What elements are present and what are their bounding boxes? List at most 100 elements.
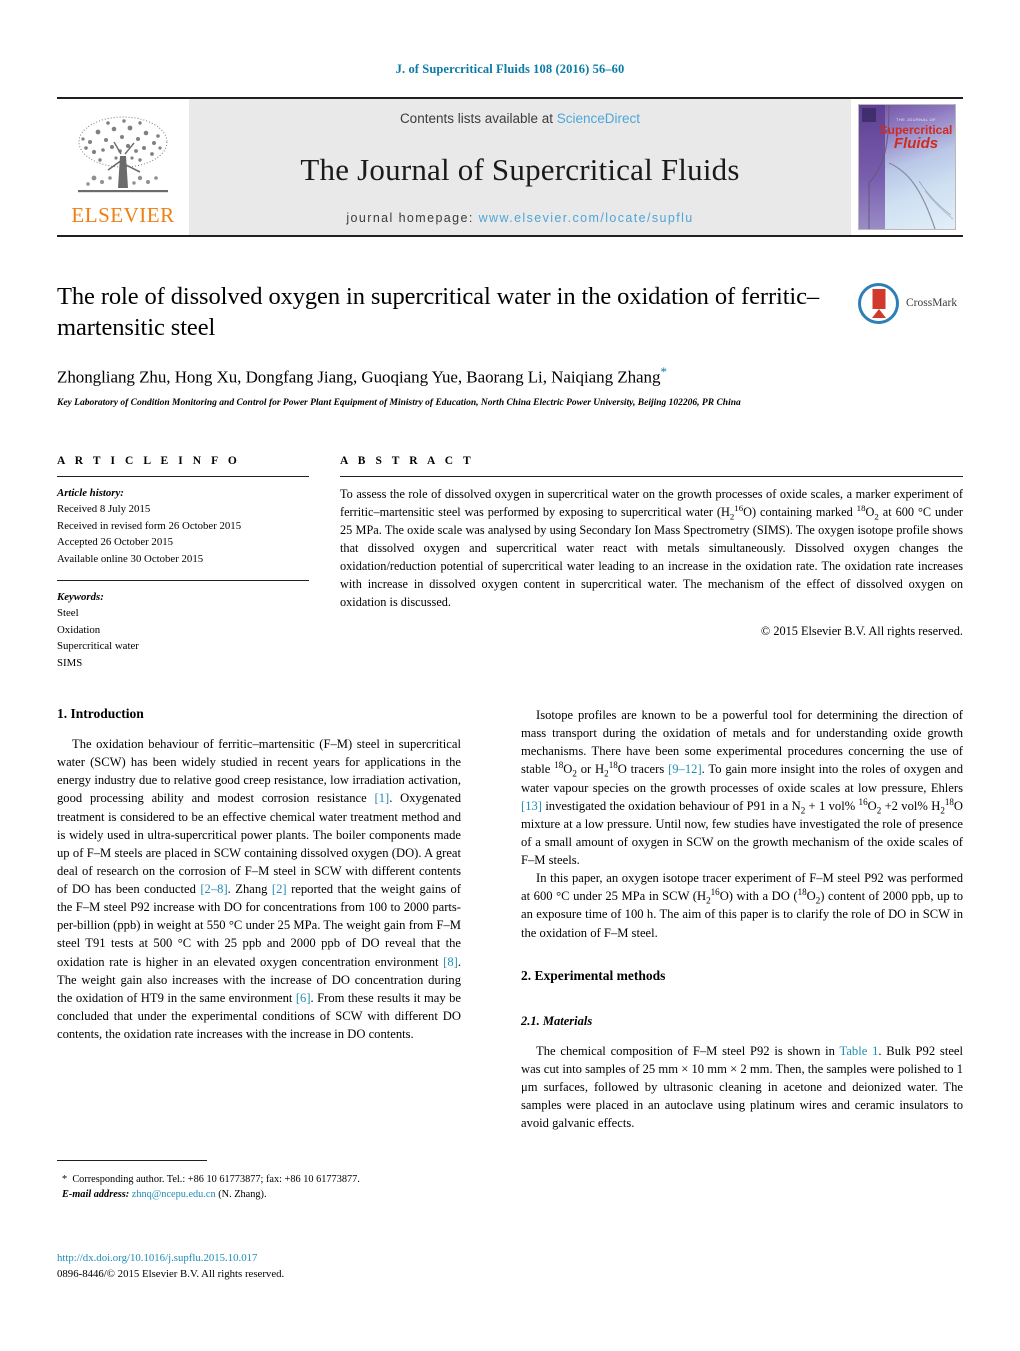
sup-18-a: 18 — [554, 760, 564, 771]
email-link[interactable]: zhnq@ncepu.edu.cn — [132, 1189, 216, 1200]
abstract-o18-superscript: 18 — [856, 502, 866, 513]
sub-2-f: 2 — [706, 895, 711, 906]
section-heading-experimental: 2. Experimental methods — [521, 967, 666, 983]
author-list: Zhongliang Zhu, Hong Xu, Dongfang Jiang,… — [57, 364, 847, 388]
keyword-item: SIMS — [57, 656, 83, 669]
email-address-label: E-mail address: — [62, 1189, 130, 1201]
doi-link[interactable]: http://dx.doi.org/10.1016/j.supflu.2015.… — [57, 1250, 477, 1266]
page-title: The role of dissolved oxygen in supercri… — [57, 283, 820, 341]
abstract-text-part-2: O) containing marked — [743, 504, 857, 519]
reference-link-1[interactable]: [1] — [375, 791, 390, 805]
isotope-text-i: +2 vol% H — [881, 798, 941, 813]
history-item: Received in revised form 26 October 2015 — [57, 519, 242, 532]
sup-18-d: 18 — [797, 887, 807, 898]
history-item: Received 8 July 2015 — [57, 503, 151, 516]
isotope-text-h: O — [867, 798, 877, 813]
journal-title: The Journal of Supercritical Fluids — [300, 151, 740, 187]
history-item: Accepted 26 October 2015 — [57, 536, 174, 549]
abstract-text-part-3: at 600 °C under 25 MPa. The oxide scale … — [340, 504, 964, 609]
elsevier-tree-icon — [78, 116, 168, 193]
materials-text-a: The chemical composition of F–M steel P9… — [536, 1043, 840, 1058]
materials-paragraph: The chemical composition of F–M steel P9… — [521, 1042, 963, 1133]
reference-link-8[interactable]: [8] — [443, 955, 458, 969]
isotope-text-d: O tracers — [617, 762, 669, 777]
paper-text-c: O — [806, 889, 816, 904]
keyword-item: Oxidation — [57, 623, 101, 636]
article-info-column: A R T I C L E I N F O Article history: R… — [57, 455, 309, 671]
reference-link-6[interactable]: [6] — [296, 991, 311, 1005]
sup-18-c: 18 — [944, 796, 954, 807]
footnote-marker: * — [62, 1174, 68, 1185]
affiliation: Key Laboratory of Condition Monitoring a… — [57, 397, 741, 408]
crossmark-label: CrossMark — [906, 297, 958, 309]
sup-18-b: 18 — [608, 760, 618, 771]
contents-lists-line: Contents lists available at ScienceDirec… — [400, 111, 640, 126]
reference-link-2-8[interactable]: [2–8] — [200, 882, 227, 896]
homepage-prefix: journal homepage: — [346, 211, 479, 225]
abstract-o16-superscript: 16 — [734, 502, 744, 513]
intro-text-b: . Oxygenated treatment is considered to … — [57, 791, 461, 896]
intro-text-c: . Zhang — [227, 882, 272, 896]
this-paper-paragraph: In this paper, an oxygen isotope tracer … — [521, 869, 963, 942]
reference-link-13[interactable]: [13] — [521, 799, 542, 813]
cover-curve-graphic — [868, 105, 954, 229]
reference-link-2[interactable]: [2] — [272, 882, 287, 896]
footnote-text: Corresponding author. Tel.: +86 10 61773… — [72, 1174, 360, 1185]
journal-cover-thumbnail: THE JOURNAL OF Supercritical Fluids — [851, 99, 963, 235]
masthead-center: Contents lists available at ScienceDirec… — [189, 99, 851, 235]
journal-homepage-link[interactable]: www.elsevier.com/locate/supflu — [479, 211, 694, 225]
body-column-left: 1. Introduction The oxidation behaviour … — [57, 706, 461, 1043]
section-heading-materials: 2.1. Materials — [521, 1013, 593, 1028]
journal-masthead: ELSEVIER Contents lists available at Sci… — [57, 97, 963, 237]
isotope-text-c: or H — [576, 762, 605, 777]
footnote-divider — [57, 1160, 207, 1161]
isotope-text-g: + 1 vol% — [805, 798, 859, 813]
page-footer: http://dx.doi.org/10.1016/j.supflu.2015.… — [57, 1250, 477, 1282]
crossmark-triangle-shape — [871, 308, 886, 318]
email-owner: (N. Zhang). — [218, 1189, 267, 1201]
abstract-column: A B S T R A C T To assess the role of di… — [340, 455, 963, 639]
keywords-rule — [57, 580, 309, 582]
table-1-link[interactable]: Table 1 — [840, 1044, 879, 1058]
isotope-paragraph: Isotope profiles are known to be a power… — [521, 706, 963, 869]
sup-16-b: 16 — [710, 887, 720, 898]
crossmark-badge[interactable]: CrossMark — [858, 282, 968, 324]
article-info-rule — [57, 476, 309, 477]
corresponding-author-footnote: * Corresponding author. Tel.: +86 10 617… — [57, 1172, 467, 1203]
sub-2-b: 2 — [604, 768, 609, 779]
abstract-rule — [340, 476, 963, 477]
running-head: J. of Supercritical Fluids 108 (2016) 56… — [395, 62, 625, 76]
footnote-line-2: E-mail address: zhnq@ncepu.edu.cn (N. Zh… — [57, 1187, 467, 1202]
elsevier-wordmark: ELSEVIER — [71, 203, 175, 227]
article-history: Article history: Received 8 July 2015 Re… — [57, 485, 309, 567]
issn-copyright-line: 0896-8446/© 2015 Elsevier B.V. All right… — [57, 1268, 285, 1281]
keywords-label: Keywords: — [57, 591, 104, 604]
keywords-block: Keywords: Steel Oxidation Supercritical … — [57, 589, 309, 671]
abstract-heading: A B S T R A C T — [340, 455, 475, 467]
keyword-item: Supercritical water — [57, 640, 139, 653]
history-item: Available online 30 October 2015 — [57, 552, 204, 565]
keyword-item: Steel — [57, 607, 79, 620]
elsevier-logo: ELSEVIER — [57, 99, 189, 235]
author-names: Zhongliang Zhu, Hong Xu, Dongfang Jiang,… — [57, 367, 661, 387]
abstract-text: To assess the role of dissolved oxygen i… — [340, 487, 964, 609]
abstract-text-part-1: To assess the role of dissolved oxygen i… — [340, 487, 963, 519]
sciencedirect-link[interactable]: ScienceDirect — [557, 111, 640, 126]
isotope-text-b: O — [563, 762, 573, 777]
contents-prefix: Contents lists available at — [399, 111, 557, 126]
intro-paragraph: The oxidation behaviour of ferritic–mart… — [57, 735, 461, 1043]
sup-16-a: 16 — [858, 796, 868, 807]
article-info-heading: A R T I C L E I N F O — [57, 455, 241, 467]
journal-article-page: J. of Supercritical Fluids 108 (2016) 56… — [0, 0, 1020, 1351]
body-column-right: Isotope profiles are known to be a power… — [521, 706, 963, 1132]
abstract-copyright: © 2015 Elsevier B.V. All rights reserved… — [760, 623, 963, 638]
journal-homepage-line: journal homepage: www.elsevier.com/locat… — [346, 211, 693, 225]
sub-2-e: 2 — [940, 805, 945, 816]
footnote-line-1: * Corresponding author. Tel.: +86 10 617… — [57, 1172, 467, 1187]
reference-link-9-12[interactable]: [9–12] — [668, 762, 702, 776]
corresponding-author-marker: * — [660, 364, 667, 380]
title-block: The role of dissolved oxygen in supercri… — [57, 282, 847, 410]
paper-text-b: O) with a DO ( — [719, 889, 798, 904]
section-heading-introduction: 1. Introduction — [57, 706, 144, 721]
